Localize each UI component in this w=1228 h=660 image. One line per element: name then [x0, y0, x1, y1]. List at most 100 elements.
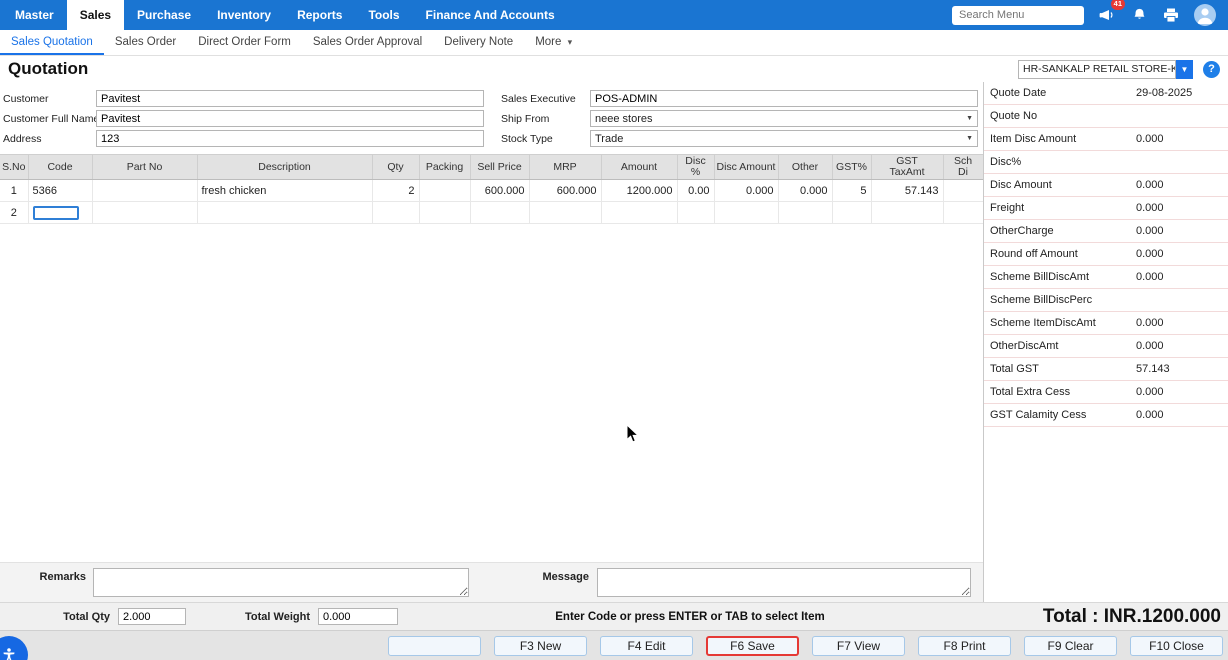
announcements-icon[interactable]: 41	[1098, 6, 1116, 24]
ship-from-value: neee stores	[595, 113, 966, 125]
function-button[interactable]	[388, 636, 481, 656]
print-icon[interactable]	[1162, 6, 1180, 24]
chevron-down-icon: ▼	[966, 115, 973, 122]
customer-input[interactable]	[96, 90, 484, 107]
chevron-down-icon: ▼	[966, 135, 973, 142]
subnav-tab[interactable]: Direct Order Form ▾	[187, 30, 302, 55]
items-table-body: 15366fresh chicken2600.000600.0001200.00…	[0, 180, 983, 224]
menu-item[interactable]: Sales	[67, 0, 124, 30]
function-button[interactable]: F9 Clear	[1024, 636, 1117, 656]
total-weight-value[interactable]	[318, 608, 398, 625]
column-header: Sch Di	[943, 155, 983, 180]
summary-row: OtherDiscAmt 0.000	[984, 335, 1228, 358]
column-header: Disc Amount	[714, 155, 778, 180]
item-cell	[943, 180, 983, 202]
total-qty-value[interactable]	[118, 608, 186, 625]
subnav-tab[interactable]: Delivery Note ▾	[433, 30, 524, 55]
entry-cell	[419, 202, 470, 224]
entry-cell	[832, 202, 871, 224]
column-header: Description	[197, 155, 372, 180]
summary-label: Total GST	[990, 363, 1136, 375]
summary-row: GST Calamity Cess 0.000	[984, 404, 1228, 427]
column-header: Sell Price	[470, 155, 529, 180]
summary-value: 0.000	[1136, 133, 1164, 145]
item-row[interactable]: 15366fresh chicken2600.000600.0001200.00…	[0, 180, 983, 202]
notifications-bell-icon[interactable]	[1130, 6, 1148, 24]
column-header: Packing	[419, 155, 470, 180]
user-avatar[interactable]	[1194, 4, 1216, 26]
summary-label: Round off Amount	[990, 248, 1136, 260]
entry-cell: 2	[0, 202, 28, 224]
item-code-input[interactable]	[33, 206, 79, 220]
message-label: Message	[537, 568, 589, 583]
item-cell: 0.000	[714, 180, 778, 202]
column-header: S.No	[0, 155, 28, 180]
search-input[interactable]	[952, 6, 1084, 25]
function-button[interactable]: F7 View	[812, 636, 905, 656]
subnav-tab-label: Direct Order Form	[198, 36, 291, 48]
summary-row: Quote Date 29-08-2025	[984, 82, 1228, 105]
summary-row: Quote No	[984, 105, 1228, 128]
topnav-right: 41	[952, 0, 1228, 30]
column-header: Amount	[601, 155, 677, 180]
summary-value: 0.000	[1136, 248, 1164, 260]
function-button[interactable]: F8 Print	[918, 636, 1011, 656]
function-button[interactable]: F4 Edit	[600, 636, 693, 656]
entry-cell	[470, 202, 529, 224]
customer-label: Customer	[0, 93, 96, 105]
remarks-textarea[interactable]	[93, 568, 469, 597]
entry-cell	[601, 202, 677, 224]
column-header: GST TaxAmt	[871, 155, 943, 180]
function-button[interactable]: F10 Close	[1130, 636, 1223, 656]
subnav-tab[interactable]: Sales Order ▾	[104, 30, 187, 55]
ship-from-select[interactable]: neee stores ▼	[590, 110, 978, 127]
page-title: Quotation	[8, 59, 88, 79]
entry-hint: Enter Code or press ENTER or TAB to sele…	[520, 611, 860, 623]
summary-value: 57.143	[1136, 363, 1170, 375]
item-cell: 5	[832, 180, 871, 202]
menu-item[interactable]: Reports	[284, 0, 355, 30]
menu-item[interactable]: Finance And Accounts	[413, 0, 568, 30]
subnav-tab[interactable]: More ▾	[524, 30, 583, 55]
subnav-tab-label: Sales Order Approval	[313, 36, 422, 48]
help-icon[interactable]: ?	[1203, 61, 1220, 78]
summary-value: 0.000	[1136, 317, 1164, 329]
item-cell	[419, 180, 470, 202]
customer-full-name-input[interactable]	[96, 110, 484, 127]
top-navigation: Master Sales Purchase Inventory Reports …	[0, 0, 1228, 30]
menu-item[interactable]: Tools	[355, 0, 412, 30]
main-content: Customer Customer Full Name Address Sale…	[0, 82, 1228, 602]
summary-label: Scheme ItemDiscAmt	[990, 317, 1136, 329]
summary-label: Quote Date	[990, 87, 1136, 99]
column-header: GST%	[832, 155, 871, 180]
column-header: Part No	[92, 155, 197, 180]
summary-label: Total Extra Cess	[990, 386, 1136, 398]
entry-cell	[943, 202, 983, 224]
shipping-form: Sales Executive Ship From neee stores ▼ …	[498, 89, 978, 149]
chevron-down-icon[interactable]: ▼	[1176, 60, 1193, 79]
menu-item[interactable]: Purchase	[124, 0, 204, 30]
item-cell: 1200.000	[601, 180, 677, 202]
address-input[interactable]	[96, 130, 484, 147]
summary-value: 0.000	[1136, 179, 1164, 191]
subnav-tab[interactable]: Sales Order Approval ▾	[302, 30, 433, 55]
chevron-down-icon: ▾	[568, 37, 573, 47]
item-cell: 600.000	[529, 180, 601, 202]
subnav-tab[interactable]: Sales Quotation ▾	[0, 30, 104, 55]
summary-row: OtherCharge 0.000	[984, 220, 1228, 243]
menu-item[interactable]: Master	[2, 0, 67, 30]
function-button[interactable]: F3 New	[494, 636, 587, 656]
store-selector[interactable]: HR-SANKALP RETAIL STORE-K ▼	[1018, 60, 1193, 79]
stock-type-value: Trade	[595, 133, 966, 145]
menu-item[interactable]: Inventory	[204, 0, 284, 30]
entry-cell	[778, 202, 832, 224]
sales-executive-input[interactable]	[590, 90, 978, 107]
stock-type-select[interactable]: Trade ▼	[590, 130, 978, 147]
item-cell: 1	[0, 180, 28, 202]
customer-full-name-label: Customer Full Name	[0, 113, 96, 125]
message-textarea[interactable]	[597, 568, 971, 597]
summary-label: Quote No	[990, 110, 1136, 122]
page-header-right: HR-SANKALP RETAIL STORE-K ▼ ?	[1018, 60, 1220, 79]
function-button[interactable]: F6 Save	[706, 636, 799, 656]
subnav-tab-label: More	[535, 36, 561, 48]
